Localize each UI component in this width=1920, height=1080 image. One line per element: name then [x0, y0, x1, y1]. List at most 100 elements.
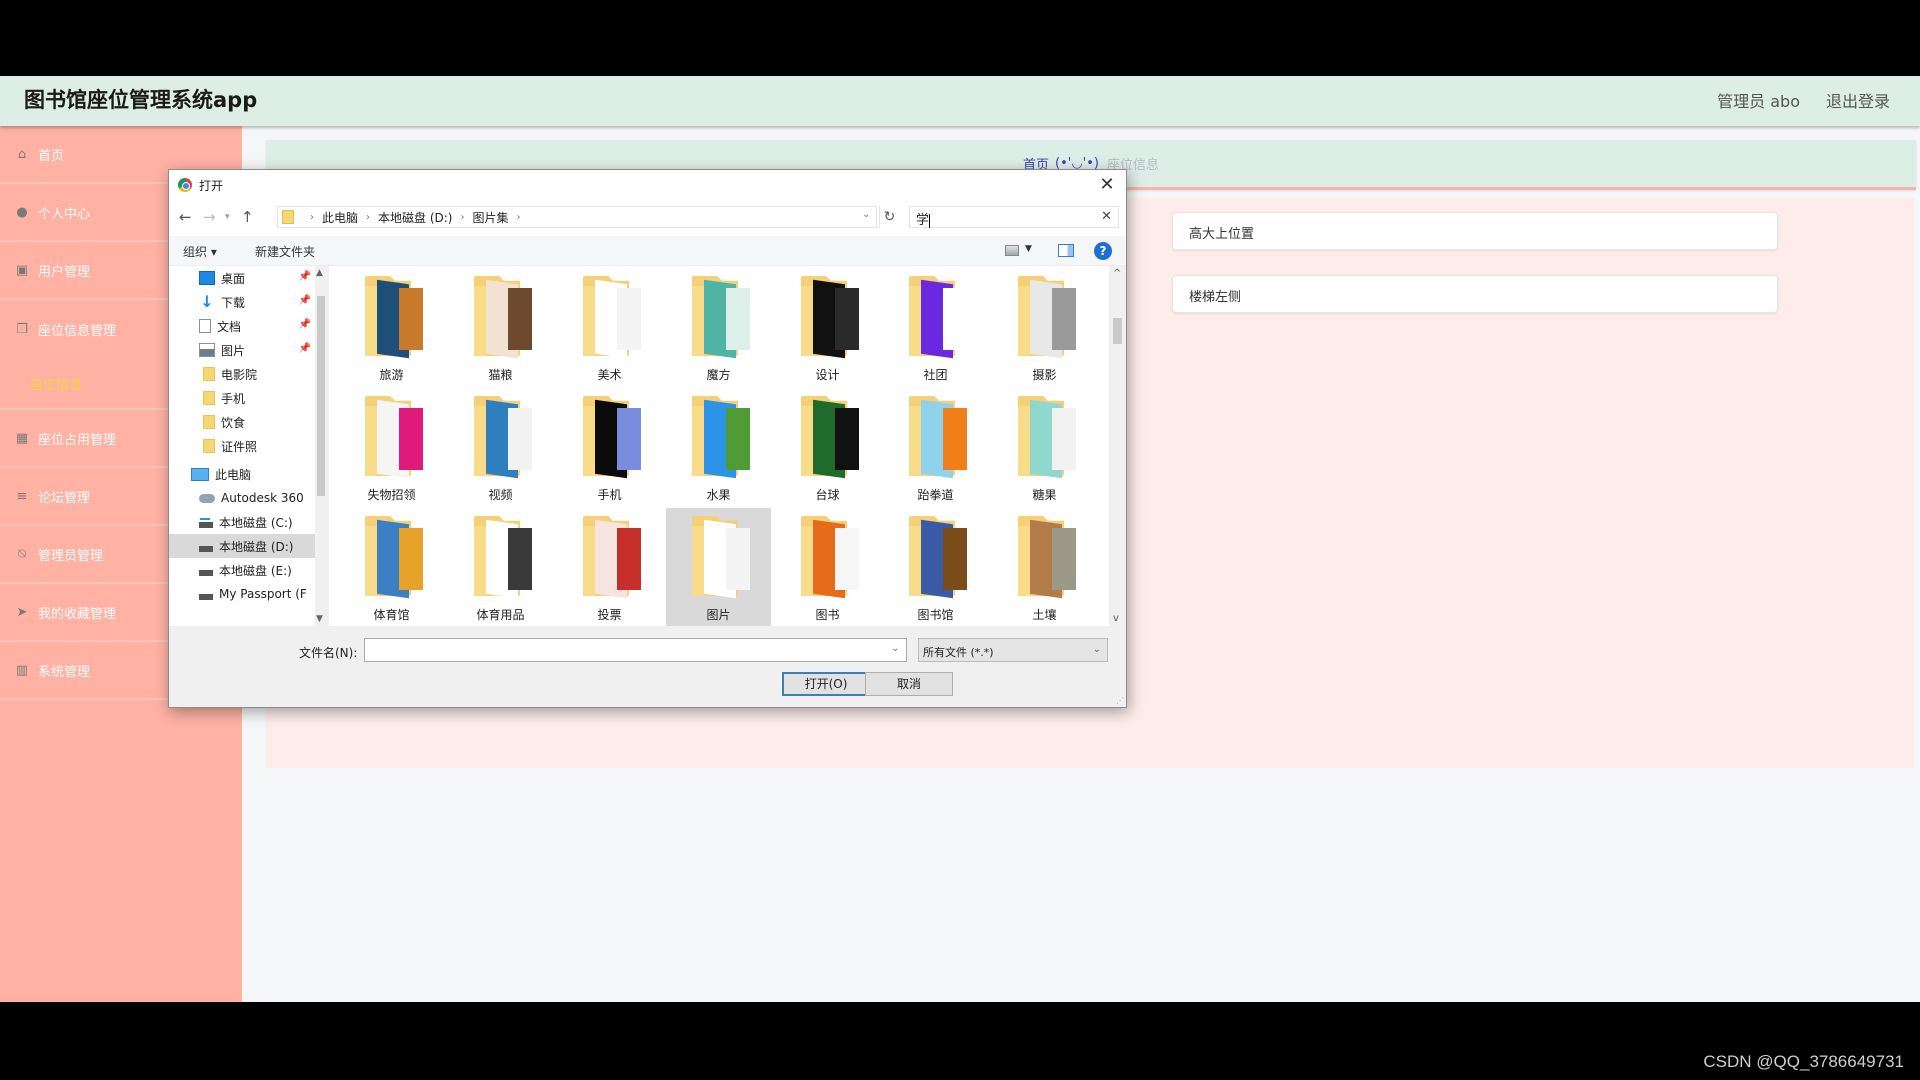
- file-item[interactable]: 投票: [557, 508, 662, 626]
- screen: 图书馆座位管理系统app 管理员 abo 退出登录 ⌂ 首页 ● 个人中心 ▣ …: [0, 0, 1920, 1080]
- preview-pane-icon[interactable]: [1058, 244, 1074, 257]
- file-item[interactable]: 视频: [448, 388, 553, 506]
- nav-item-my-passport[interactable]: My Passport (F: [169, 582, 315, 606]
- sidebar-item-label: 系统管理: [38, 664, 91, 680]
- cancel-button[interactable]: 取消: [865, 672, 953, 696]
- folder-thumbnail-icon: [474, 396, 532, 479]
- file-item[interactable]: 美术: [557, 268, 662, 386]
- refresh-icon[interactable]: ↻: [879, 206, 899, 228]
- organize-button[interactable]: 组织 ▾: [183, 243, 217, 260]
- chevron-right-icon: ›: [310, 211, 314, 223]
- forward-arrow-icon[interactable]: →: [203, 208, 216, 226]
- scroll-up-icon[interactable]: ^: [1113, 268, 1121, 279]
- file-item[interactable]: 失物招领: [339, 388, 444, 506]
- nav-item-pictures[interactable]: 图片 📌: [169, 338, 315, 362]
- file-item[interactable]: 糖果: [992, 388, 1097, 506]
- copy-icon: ❐: [16, 321, 28, 337]
- file-item[interactable]: 社团: [883, 268, 988, 386]
- nav-item-folder-cinema[interactable]: 电影院: [169, 362, 315, 386]
- computer-icon: [191, 467, 209, 481]
- files-scrollbar[interactable]: ^ v: [1109, 266, 1126, 626]
- thumbnail-page: [835, 528, 859, 590]
- nav-item-drive-e[interactable]: 本地磁盘 (E:): [169, 558, 315, 582]
- folder-thumbnail-icon: [583, 396, 641, 479]
- address-bar[interactable]: › 此电脑 › 本地磁盘 (D:) › 图片集 ›: [277, 206, 877, 228]
- dialog-titlebar[interactable]: 打开 ✕: [169, 170, 1126, 200]
- nav-item-drive-d[interactable]: 本地磁盘 (D:): [169, 534, 315, 558]
- file-item[interactable]: 体育用品: [448, 508, 553, 626]
- folder-front: [909, 526, 921, 596]
- address-crumb[interactable]: 此电脑: [322, 209, 358, 226]
- logout-link[interactable]: 退出登录: [1826, 88, 1890, 112]
- admin-user-label[interactable]: 管理员 abo: [1717, 88, 1800, 112]
- resize-grip-icon[interactable]: ⋰: [1116, 696, 1124, 705]
- file-item[interactable]: 猫粮: [448, 268, 553, 386]
- help-icon[interactable]: ?: [1094, 242, 1112, 260]
- file-item[interactable]: 水果: [666, 388, 771, 506]
- desktop-icon: [199, 271, 215, 285]
- file-item[interactable]: 图书: [775, 508, 880, 626]
- address-crumb[interactable]: 图片集: [472, 209, 508, 226]
- address-crumb[interactable]: 本地磁盘 (D:): [378, 209, 452, 226]
- grid-icon: ▦: [15, 430, 29, 446]
- pin-icon[interactable]: 📌: [299, 295, 311, 306]
- sidebar-item-label: 管理员管理: [38, 548, 104, 564]
- file-name-label: 跆拳道: [917, 488, 954, 502]
- thumbnail-page: [943, 408, 967, 470]
- back-arrow-icon[interactable]: ←: [179, 208, 192, 226]
- address-history-dropdown-icon[interactable]: ⌄: [862, 209, 870, 220]
- dialog-close-button[interactable]: ✕: [1094, 172, 1120, 198]
- pin-icon[interactable]: 📌: [299, 319, 311, 330]
- file-item[interactable]: 魔方: [666, 268, 771, 386]
- nav-item-folder-food[interactable]: 饮食: [169, 410, 315, 434]
- recent-dropdown-icon[interactable]: ▾: [225, 212, 230, 222]
- folder-thumbnail-icon: [474, 276, 532, 359]
- file-name-label: 体育馆: [373, 608, 410, 622]
- file-item[interactable]: 旅游: [339, 268, 444, 386]
- chart-icon: ▥: [15, 662, 29, 678]
- pin-icon[interactable]: 📌: [299, 271, 311, 282]
- filename-input[interactable]: [364, 638, 907, 662]
- file-item[interactable]: 图书馆: [883, 508, 988, 626]
- nav-item-documents[interactable]: 文档 📌: [169, 314, 315, 338]
- thumbnail-page: [617, 528, 641, 590]
- new-folder-button[interactable]: 新建文件夹: [255, 243, 315, 260]
- file-item[interactable]: 体育馆: [339, 508, 444, 626]
- search-input[interactable]: 学 ✕: [909, 206, 1119, 228]
- view-mode-icon[interactable]: [1005, 245, 1019, 256]
- nav-item-folder-phone[interactable]: 手机: [169, 386, 315, 410]
- file-name-label: 体育用品: [476, 608, 525, 622]
- search-clear-icon[interactable]: ✕: [1101, 209, 1112, 224]
- filename-dropdown-icon[interactable]: ⌄: [891, 643, 899, 654]
- chevron-right-icon: ›: [516, 211, 521, 223]
- scroll-down-icon[interactable]: v: [1113, 613, 1119, 624]
- scrollbar-thumb[interactable]: [317, 296, 325, 496]
- nav-item-desktop[interactable]: 桌面 📌: [169, 266, 315, 290]
- scroll-down-icon[interactable]: ▼: [316, 614, 323, 624]
- nav-item-this-pc[interactable]: 此电脑: [169, 462, 315, 486]
- file-item[interactable]: 跆拳道: [883, 388, 988, 506]
- seat-location-input[interactable]: 楼梯左侧: [1172, 275, 1778, 313]
- file-item[interactable]: 图片: [666, 508, 771, 626]
- thumbnail-page: [943, 288, 967, 350]
- open-button[interactable]: 打开(O): [782, 672, 870, 696]
- thumbnail-page: [943, 528, 967, 590]
- pin-icon[interactable]: 📌: [299, 343, 311, 354]
- file-item[interactable]: 台球: [775, 388, 880, 506]
- file-item[interactable]: 手机: [557, 388, 662, 506]
- scrollbar-thumb[interactable]: [1113, 318, 1122, 344]
- view-mode-dropdown-icon[interactable]: ▼: [1025, 244, 1032, 254]
- nav-pane-scrollbar[interactable]: ▲ ▼: [315, 266, 327, 626]
- nav-item-downloads[interactable]: ↓ 下载 📌: [169, 290, 315, 314]
- scroll-up-icon[interactable]: ▲: [316, 268, 323, 278]
- up-arrow-icon[interactable]: ↑: [241, 208, 254, 226]
- file-item[interactable]: 土壤: [992, 508, 1097, 626]
- file-item[interactable]: 摄影: [992, 268, 1097, 386]
- file-item[interactable]: 设计: [775, 268, 880, 386]
- nav-item-autodesk[interactable]: Autodesk 360: [169, 486, 315, 510]
- file-type-select[interactable]: 所有文件 (*.*) ⌄: [918, 638, 1108, 662]
- seat-name-input[interactable]: 高大上位置: [1172, 212, 1778, 250]
- file-name-label: 手机: [597, 488, 622, 502]
- nav-item-folder-id-photo[interactable]: 证件照: [169, 434, 315, 458]
- nav-item-drive-c[interactable]: 本地磁盘 (C:): [169, 510, 315, 534]
